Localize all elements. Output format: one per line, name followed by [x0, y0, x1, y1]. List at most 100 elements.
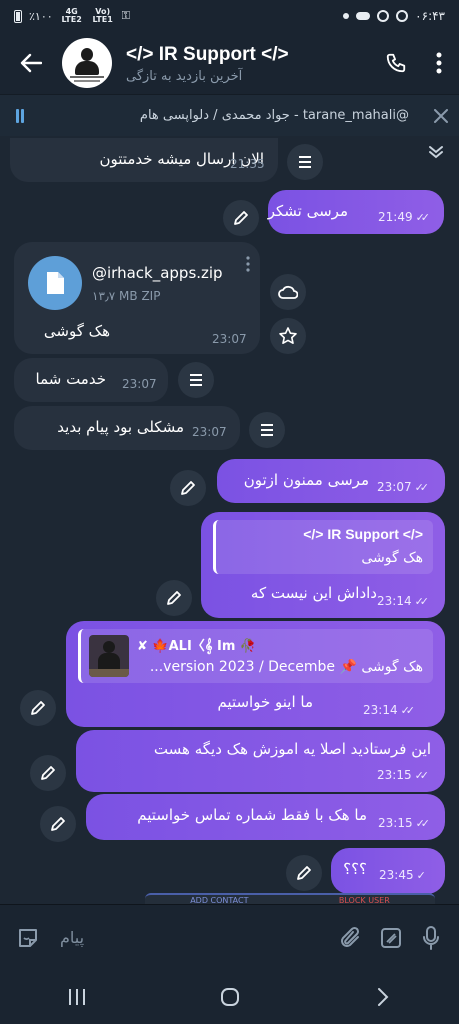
message-text: خدمت شما — [35, 370, 107, 388]
home-button[interactable] — [210, 977, 250, 1017]
edit-message-button[interactable] — [30, 755, 66, 791]
quoted-reply[interactable]: </> IR Support </> هک گوشی — [213, 520, 433, 574]
message-list[interactable]: الان ارسال میشه خدمتتون 21:35 مرسی تشکر … — [0, 136, 459, 904]
attach-button[interactable] — [331, 918, 371, 958]
emoji-sticker-button[interactable] — [8, 918, 48, 958]
reply-message-bubble[interactable]: ✘ 🍁ALI〈𝄞 Im 🥀 هک گوشی 📌 version 2023 / D… — [66, 621, 445, 727]
reply-thumbnail — [89, 635, 129, 677]
message-bubble-incoming[interactable]: مشکلی بود پیام بدید 23:07 — [14, 406, 240, 450]
pencil-icon — [234, 211, 248, 225]
read-checks-icon: ✓✓ — [415, 211, 431, 224]
microphone-icon — [423, 925, 439, 950]
more-vertical-icon — [436, 52, 442, 74]
battery-level: ٪۱۰۰ — [29, 9, 53, 23]
close-pinned-button[interactable] — [423, 95, 459, 137]
back-button[interactable] — [0, 32, 62, 94]
sent-check-icon: ✓ — [416, 869, 426, 882]
edit-message-button[interactable] — [40, 806, 76, 842]
message-text: مشکلی بود پیام بدید — [57, 418, 184, 436]
message-text: این فرستادید اصلا یه اموزش هک دیگه هست — [153, 740, 431, 758]
system-navigation-bar — [0, 970, 459, 1024]
recent-apps-button[interactable] — [57, 977, 97, 1017]
message-text: ما اینو خواستیم — [217, 693, 313, 711]
message-time: 23:07 — [212, 332, 247, 346]
pinned-message-bar[interactable]: جواد محمدی / دلواپسی هام - tarane_mahali… — [0, 94, 459, 136]
reply-message-bubble[interactable]: </> IR Support </> هک گوشی داداش این نیس… — [201, 512, 445, 618]
voice-record-button[interactable] — [411, 918, 451, 958]
chevron-right-icon — [377, 988, 388, 1006]
message-bubble-outgoing[interactable]: این فرستادید اصلا یه اموزش هک دیگه هست 2… — [76, 730, 445, 792]
quoted-reply[interactable]: ✘ 🍁ALI〈𝄞 Im 🥀 هک گوشی 📌 version 2023 / D… — [78, 629, 433, 683]
favorite-button[interactable] — [270, 318, 306, 354]
message-bubble-outgoing[interactable]: ما هک با فقط شماره تماس خواستیم 23:15 ✓✓ — [86, 794, 445, 840]
message-text: مرسی ممنون ازتون — [243, 471, 369, 489]
reply-snippet: هک گوشی — [361, 550, 423, 566]
scroll-down-button[interactable] — [421, 138, 451, 166]
battery-icon — [14, 9, 22, 23]
cloud-icon — [278, 285, 298, 299]
read-checks-icon: ✓✓ — [414, 481, 430, 494]
telegram-icon — [377, 10, 390, 22]
message-bubble-outgoing[interactable]: مرسی تشکر 21:49 ✓✓ — [268, 190, 444, 234]
message-bubble-incoming[interactable]: الان ارسال میشه خدمتتون 21:35 — [10, 138, 278, 182]
key-icon: ⚿ — [121, 9, 131, 22]
message-time: 21:49 ✓✓ — [378, 210, 431, 224]
back-arrow-icon — [20, 53, 42, 73]
double-chevron-down-icon — [429, 146, 443, 159]
file-message-bubble[interactable]: @irhack_apps.zip ۱۳٫۷ MB ZIP هک گوشی 23:… — [14, 242, 260, 354]
message-text: ؟؟؟ — [343, 860, 367, 878]
paperclip-icon — [341, 926, 360, 947]
read-checks-icon: ✓✓ — [414, 769, 430, 782]
save-to-cloud-button[interactable] — [270, 274, 306, 310]
edit-message-button[interactable] — [286, 855, 322, 891]
file-size: ۱۳٫۷ MB ZIP — [92, 289, 161, 303]
message-text: ما هک با فقط شماره تماس خواستیم — [137, 806, 367, 824]
menu-lines-icon — [261, 424, 273, 436]
message-text: داداش این نیست که — [250, 584, 377, 602]
message-input[interactable]: پیام — [48, 928, 331, 947]
reply-author: ✘ 🍁ALI〈𝄞 Im 🥀 — [137, 639, 257, 654]
message-time: 23:07 — [122, 377, 157, 391]
message-time: 23:45 ✓ — [379, 868, 426, 882]
network-indicator-2: Vo) LTE1 — [92, 7, 113, 24]
chat-header: </> IR Support </> آخرین بازدید به تازگی — [0, 32, 459, 94]
pencil-icon — [51, 817, 65, 831]
read-checks-icon: ✓✓ — [415, 817, 431, 830]
home-icon — [220, 988, 239, 1006]
avatar[interactable] — [62, 38, 112, 88]
partial-message-preview[interactable]: ADD CONTACT BLOCK USER — [145, 893, 435, 904]
edit-message-button[interactable] — [223, 200, 259, 236]
message-bubble-outgoing[interactable]: ؟؟؟ 23:45 ✓ — [331, 848, 445, 894]
message-menu-button[interactable] — [249, 412, 285, 448]
drawing-button[interactable] — [371, 918, 411, 958]
pencil-icon — [31, 701, 45, 715]
phone-icon — [386, 53, 406, 73]
message-menu-button[interactable] — [178, 362, 214, 398]
block-user-label[interactable]: BLOCK USER — [339, 896, 390, 905]
back-nav-button[interactable] — [363, 977, 403, 1017]
reply-author: </> IR Support </> — [303, 526, 423, 542]
chat-title-block[interactable]: </> IR Support </> آخرین بازدید به تازگی — [112, 42, 373, 84]
file-options-icon[interactable] — [246, 256, 250, 272]
more-menu-button[interactable] — [419, 32, 459, 94]
add-contact-label[interactable]: ADD CONTACT — [190, 896, 248, 905]
pinned-message-text: جواد محمدی / دلواپسی هام - tarane_mahali… — [139, 108, 409, 123]
edit-message-button[interactable] — [20, 690, 56, 726]
message-bubble-outgoing[interactable]: مرسی ممنون ازتون 23:07 ✓✓ — [217, 459, 445, 503]
read-checks-icon: ✓✓ — [414, 595, 430, 608]
message-time: 23:07 — [192, 425, 227, 439]
file-icon[interactable] — [28, 256, 82, 310]
edit-message-button[interactable] — [156, 580, 192, 616]
clock-time: ۰۶:۴۳ — [415, 9, 445, 23]
message-menu-button[interactable] — [287, 144, 323, 180]
notification-dot-icon — [343, 13, 350, 19]
call-button[interactable] — [373, 32, 419, 94]
message-time: 23:15 ✓✓ — [377, 768, 430, 782]
message-time: 23:15 ✓✓ — [378, 816, 431, 830]
message-bubble-incoming[interactable]: خدمت شما 23:07 — [14, 358, 168, 402]
message-time: 23:14 ✓✓ — [377, 594, 430, 608]
edit-message-button[interactable] — [170, 470, 206, 506]
pencil-icon — [181, 481, 195, 495]
pinned-indicator-icon — [16, 108, 24, 123]
pencil-icon — [41, 766, 55, 780]
